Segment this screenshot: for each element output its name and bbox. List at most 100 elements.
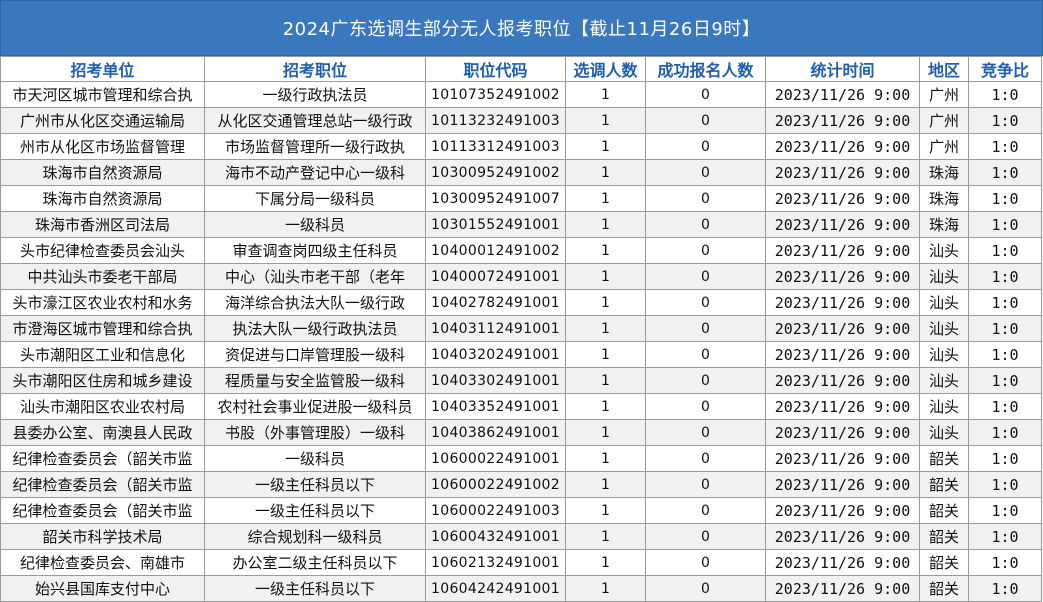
cell-applicants: 0 [645, 497, 766, 524]
cell-time: 2023/11/26 9:00 [765, 263, 920, 290]
cell-position: 办公室二级主任科员以下 [204, 549, 426, 576]
cell-applicants: 0 [645, 159, 766, 186]
cell-applicants: 0 [645, 393, 766, 420]
table-header-row: 招考单位 招考职位 职位代码 选调人数 成功报名人数 统计时间 地区 竞争比 [0, 56, 1042, 82]
column-header-region[interactable]: 地区 [919, 56, 969, 82]
table-row: 头市濠江区农业农村和水务 海洋综合执法大队一级行政 10402782491001 1 0… [0, 289, 1042, 316]
cell-unit: 州市从化区市场监督管理 [0, 133, 205, 160]
cell-region: 汕头 [919, 315, 969, 342]
column-header-quota[interactable]: 选调人数 [565, 56, 646, 82]
cell-position: 海市不动产登记中心一级科 [204, 159, 426, 186]
cell-applicants: 0 [645, 263, 766, 290]
cell-ratio: 1:0 [968, 185, 1042, 212]
table-row: 始兴县国库支付中心 一级主任科员以下 10604242491001 1 0 2023/11… [0, 575, 1042, 602]
cell-region: 广州 [919, 133, 969, 160]
cell-position: 一级主任科员以下 [204, 471, 426, 498]
cell-unit: 珠海市自然资源局 [0, 185, 205, 212]
table-row: 广州市从化区交通运输局 从化区交通管理总站一级行政 10113232491003 1 0… [0, 107, 1042, 134]
cell-code: 10600022491001 [425, 445, 566, 472]
cell-quota: 1 [565, 315, 646, 342]
cell-code: 10602132491001 [425, 549, 566, 576]
cell-quota: 1 [565, 367, 646, 394]
cell-time: 2023/11/26 9:00 [765, 575, 920, 602]
table-row: 市天河区城市管理和综合执 一级行政执法员 10107352491002 1 0 2023/… [0, 81, 1042, 108]
cell-region: 汕头 [919, 393, 969, 420]
cell-time: 2023/11/26 9:00 [765, 107, 920, 134]
cell-time: 2023/11/26 9:00 [765, 523, 920, 550]
cell-position: 中心（汕头市老干部（老年 [204, 263, 426, 290]
cell-unit: 市天河区城市管理和综合执 [0, 81, 205, 108]
table-row: 珠海市香洲区司法局 一级科员 10301552491001 1 0 2023/11/26 … [0, 211, 1042, 238]
cell-region: 珠海 [919, 211, 969, 238]
cell-applicants: 0 [645, 419, 766, 446]
column-header-code[interactable]: 职位代码 [425, 56, 566, 82]
cell-code: 10403112491001 [425, 315, 566, 342]
cell-region: 韶关 [919, 575, 969, 602]
column-header-ratio[interactable]: 竞争比 [968, 56, 1042, 82]
cell-applicants: 0 [645, 107, 766, 134]
cell-code: 10107352491002 [425, 81, 566, 108]
cell-time: 2023/11/26 9:00 [765, 471, 920, 498]
cell-time: 2023/11/26 9:00 [765, 341, 920, 368]
cell-region: 韶关 [919, 445, 969, 472]
cell-ratio: 1:0 [968, 159, 1042, 186]
column-header-applicants[interactable]: 成功报名人数 [645, 56, 766, 82]
cell-region: 汕头 [919, 367, 969, 394]
cell-unit: 头市潮阳区住房和城乡建设 [0, 367, 205, 394]
cell-applicants: 0 [645, 523, 766, 550]
cell-ratio: 1:0 [968, 445, 1042, 472]
cell-quota: 1 [565, 237, 646, 264]
cell-code: 10400072491001 [425, 263, 566, 290]
cell-time: 2023/11/26 9:00 [765, 237, 920, 264]
cell-region: 汕头 [919, 237, 969, 264]
table-row: 头市潮阳区住房和城乡建设 程质量与安全监管股一级科 10403302491001 1 0… [0, 367, 1042, 394]
cell-ratio: 1:0 [968, 263, 1042, 290]
cell-quota: 1 [565, 289, 646, 316]
cell-applicants: 0 [645, 211, 766, 238]
cell-quota: 1 [565, 497, 646, 524]
cell-ratio: 1:0 [968, 107, 1042, 134]
table-body: 市天河区城市管理和综合执 一级行政执法员 10107352491002 1 0 2023/… [0, 81, 1042, 602]
cell-ratio: 1:0 [968, 81, 1042, 108]
table-row: 头市纪律检查委员会汕头 审查调查岗四级主任科员 10400012491002 1 0 20… [0, 237, 1042, 264]
cell-quota: 1 [565, 575, 646, 602]
cell-position: 书股（外事管理股）一级科 [204, 419, 426, 446]
cell-applicants: 0 [645, 81, 766, 108]
cell-quota: 1 [565, 445, 646, 472]
cell-code: 10402782491001 [425, 289, 566, 316]
cell-time: 2023/11/26 9:00 [765, 549, 920, 576]
column-header-time[interactable]: 统计时间 [765, 56, 920, 82]
cell-ratio: 1:0 [968, 497, 1042, 524]
cell-position: 一级主任科员以下 [204, 575, 426, 602]
column-header-position[interactable]: 招考职位 [204, 56, 426, 82]
cell-code: 10300952491002 [425, 159, 566, 186]
cell-ratio: 1:0 [968, 289, 1042, 316]
cell-code: 10301552491001 [425, 211, 566, 238]
cell-ratio: 1:0 [968, 419, 1042, 446]
table-row: 中共汕头市委老干部局 中心（汕头市老干部（老年 10400072491001 1 0 20… [0, 263, 1042, 290]
cell-unit: 头市纪律检查委员会汕头 [0, 237, 205, 264]
cell-code: 10403352491001 [425, 393, 566, 420]
cell-quota: 1 [565, 471, 646, 498]
cell-unit: 头市潮阳区工业和信息化 [0, 341, 205, 368]
cell-unit: 韶关市科学技术局 [0, 523, 205, 550]
cell-unit: 始兴县国库支付中心 [0, 575, 205, 602]
cell-code: 10604242491001 [425, 575, 566, 602]
cell-applicants: 0 [645, 341, 766, 368]
cell-code: 10403202491001 [425, 341, 566, 368]
cell-position: 资促进与口岸管理股一级科 [204, 341, 426, 368]
table-row: 珠海市自然资源局 海市不动产登记中心一级科 10300952491002 1 0 2023… [0, 159, 1042, 186]
cell-quota: 1 [565, 159, 646, 186]
cell-applicants: 0 [645, 185, 766, 212]
cell-unit: 纪律检查委员会（韶关市监 [0, 445, 205, 472]
cell-ratio: 1:0 [968, 341, 1042, 368]
column-header-unit[interactable]: 招考单位 [0, 56, 205, 82]
cell-region: 汕头 [919, 341, 969, 368]
cell-code: 10403302491001 [425, 367, 566, 394]
cell-region: 汕头 [919, 419, 969, 446]
cell-code: 10400012491002 [425, 237, 566, 264]
cell-time: 2023/11/26 9:00 [765, 315, 920, 342]
cell-quota: 1 [565, 185, 646, 212]
cell-applicants: 0 [645, 575, 766, 602]
cell-quota: 1 [565, 341, 646, 368]
